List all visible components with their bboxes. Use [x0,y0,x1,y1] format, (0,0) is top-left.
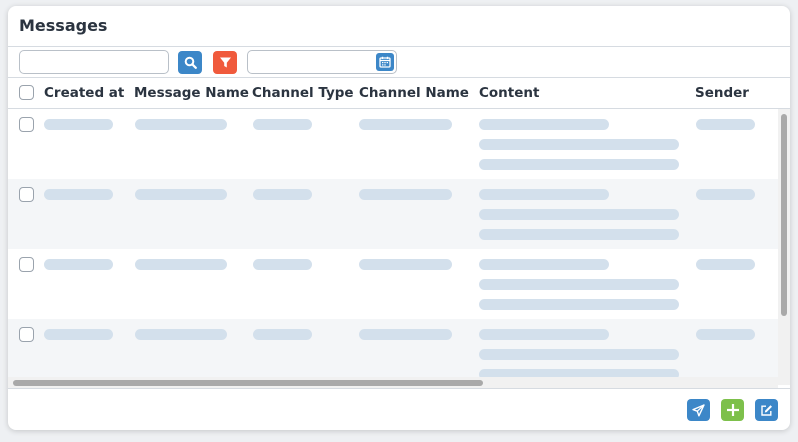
calendar-button[interactable] [376,53,394,71]
loading-placeholder [359,119,452,130]
loading-placeholder [479,209,679,220]
loading-placeholder [479,189,609,200]
vertical-scrollbar-thumb[interactable] [781,114,787,316]
messages-panel: Messages Created at Message Name Channel… [8,6,790,430]
table-row[interactable] [8,319,778,385]
loading-placeholder [696,259,755,270]
loading-placeholder [44,259,113,270]
table-header: Created at Message Name Channel Type Cha… [8,78,790,108]
search-button[interactable] [178,51,202,74]
filter-button[interactable] [213,51,237,74]
row-checkbox[interactable] [19,187,34,202]
loading-placeholder [44,329,113,340]
divider [8,388,790,389]
column-channel-name[interactable]: Channel Name [359,85,469,101]
loading-placeholder [359,329,452,340]
row-checkbox[interactable] [19,117,34,132]
row-checkbox[interactable] [19,257,34,272]
plus-icon [726,404,739,416]
loading-placeholder [479,159,679,170]
edit-button[interactable] [755,399,778,421]
loading-placeholder [44,189,113,200]
search-icon [184,56,197,69]
loading-placeholder [253,119,312,130]
loading-placeholder [479,139,679,150]
loading-placeholder [479,229,679,240]
column-message-name[interactable]: Message Name [134,85,249,101]
loading-placeholder [696,189,755,200]
column-content[interactable]: Content [479,85,539,101]
loading-placeholder [696,329,755,340]
calendar-icon [379,56,391,68]
column-created-at[interactable]: Created at [44,85,124,101]
select-all-checkbox[interactable] [19,85,34,100]
table-row[interactable] [8,249,778,319]
loading-placeholder [479,279,679,290]
vertical-scrollbar[interactable] [778,109,790,385]
date-input[interactable] [247,50,397,74]
loading-placeholder [44,119,113,130]
loading-placeholder [479,119,609,130]
loading-placeholder [359,259,452,270]
loading-placeholder [479,349,679,360]
row-checkbox[interactable] [19,327,34,342]
edit-icon [761,404,772,416]
loading-placeholder [696,119,755,130]
loading-placeholder [253,189,312,200]
table-row[interactable] [8,109,778,179]
loading-placeholder [359,189,452,200]
send-icon [692,403,705,416]
horizontal-scrollbar[interactable] [8,377,778,388]
loading-placeholder [479,329,609,340]
loading-placeholder [135,329,227,340]
column-sender[interactable]: Sender [695,85,749,101]
column-channel-type[interactable]: Channel Type [252,85,354,101]
panel-title: Messages [19,16,108,35]
loading-placeholder [135,259,227,270]
add-button[interactable] [721,399,744,421]
toolbar [8,47,790,78]
search-input[interactable] [19,50,169,74]
loading-placeholder [135,119,227,130]
loading-placeholder [253,259,312,270]
table-body [8,109,778,385]
send-button[interactable] [687,399,710,421]
filter-icon [219,57,231,68]
loading-placeholder [479,299,679,310]
table-row[interactable] [8,179,778,249]
loading-placeholder [253,329,312,340]
loading-placeholder [135,189,227,200]
loading-placeholder [479,259,609,270]
horizontal-scrollbar-thumb[interactable] [13,380,483,386]
